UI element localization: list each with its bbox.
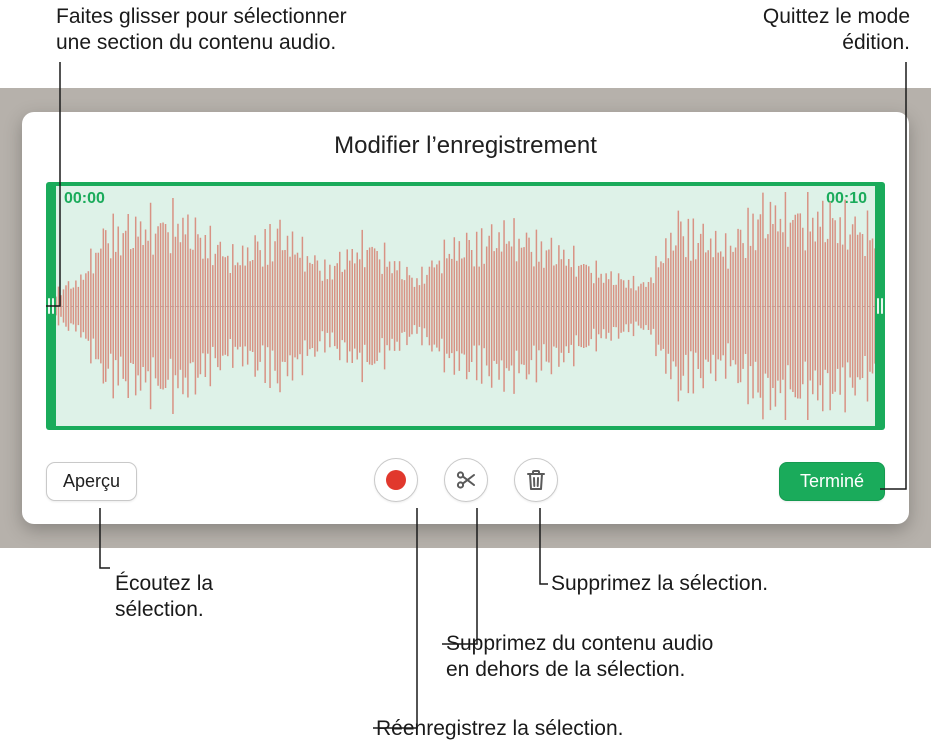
callout-delete-selection: Supprimez la sélection. — [551, 571, 768, 597]
callout-text: Écoutez la — [115, 571, 213, 597]
grip-icon — [877, 298, 883, 314]
callout-text: Réenregistrez la sélection. — [376, 717, 623, 740]
record-icon — [386, 470, 406, 490]
scissors-icon — [454, 468, 478, 492]
callout-text: Supprimez du contenu audio — [446, 631, 713, 657]
done-button[interactable]: Terminé — [779, 462, 885, 501]
record-button[interactable] — [374, 458, 418, 502]
controls-row: Aperçu — [46, 458, 885, 504]
delete-button[interactable] — [514, 458, 558, 502]
callout-drag-select: Faites glisser pour sélectionner une sec… — [56, 4, 347, 57]
callout-text: une section du contenu audio. — [56, 30, 347, 56]
callout-text: en dehors de la sélection. — [446, 657, 713, 683]
trash-icon — [525, 468, 547, 492]
preview-button[interactable]: Aperçu — [46, 462, 137, 501]
editor-title: Modifier l’enregistrement — [22, 112, 909, 160]
center-controls — [374, 458, 558, 502]
callout-text: Quittez le mode — [763, 4, 910, 30]
callout-text: Faites glisser pour sélectionner — [56, 4, 347, 30]
selection-handle-left[interactable] — [46, 182, 56, 430]
grip-icon — [48, 298, 54, 314]
trim-button[interactable] — [444, 458, 488, 502]
callout-rerecord: Réenregistrez la sélection. — [376, 716, 623, 742]
callout-text: édition. — [763, 30, 910, 56]
callout-exit-mode: Quittez le mode édition. — [763, 4, 910, 57]
callout-listen: Écoutez la sélection. — [115, 571, 213, 624]
screenshot-frame: Modifier l’enregistrement 00:00 00:10 Ap… — [0, 88, 931, 548]
selection-handle-right[interactable] — [875, 182, 885, 430]
waveform-area[interactable]: 00:00 00:10 — [46, 182, 885, 430]
callout-trim-outside: Supprimez du contenu audio en dehors de … — [446, 631, 713, 684]
editor-panel: Modifier l’enregistrement 00:00 00:10 Ap… — [22, 112, 909, 524]
callout-text: sélection. — [115, 597, 213, 623]
waveform — [56, 186, 875, 426]
callout-text: Supprimez la sélection. — [551, 572, 768, 595]
